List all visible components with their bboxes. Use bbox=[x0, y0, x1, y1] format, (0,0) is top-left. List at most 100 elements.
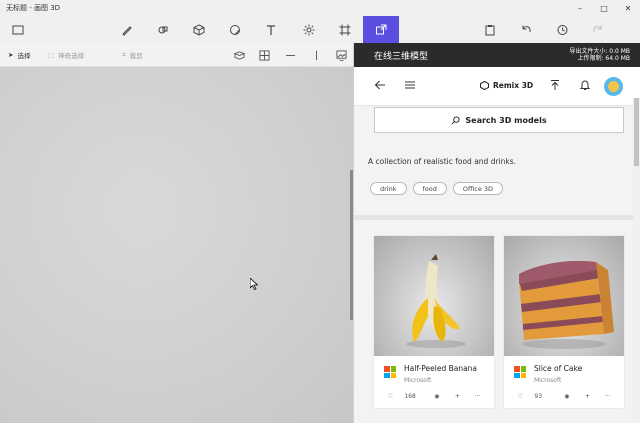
back-button[interactable] bbox=[374, 79, 386, 93]
search-icon bbox=[451, 115, 460, 124]
like-icon[interactable]: ♡ bbox=[380, 393, 400, 400]
cake-slice-image bbox=[519, 260, 614, 349]
remix-3d-icon bbox=[376, 24, 387, 34]
remix-3d-logo[interactable]: Remix 3D bbox=[480, 81, 533, 90]
crop-label: 裁剪 bbox=[129, 52, 143, 60]
3d-shapes-button[interactable] bbox=[181, 16, 217, 43]
magic-select-label: 神奇选择 bbox=[58, 52, 85, 60]
like-icon[interactable]: ♡ bbox=[510, 393, 530, 400]
history-button[interactable] bbox=[544, 16, 580, 43]
slider-thumb-icon bbox=[315, 50, 317, 60]
paste-icon bbox=[485, 24, 495, 35]
history-icon bbox=[557, 24, 568, 35]
model-name[interactable]: Slice of Cake bbox=[534, 364, 582, 373]
magic-select-icon: ⬚ bbox=[48, 51, 55, 59]
remix-3d-panel: 在线三维模型 导出文件大小: 0.0 MB 上传限制: 64.0 MB Remi… bbox=[353, 43, 640, 423]
back-arrow-icon bbox=[374, 80, 385, 90]
effects-icon bbox=[303, 24, 315, 35]
upload-icon bbox=[551, 80, 559, 90]
panel-title: 在线三维模型 bbox=[374, 51, 429, 62]
text-button[interactable] bbox=[253, 16, 289, 43]
pointer-icon: ➤ bbox=[8, 51, 14, 59]
undo-button[interactable] bbox=[508, 16, 544, 43]
canvas-icon bbox=[339, 24, 351, 35]
bell-icon bbox=[579, 80, 591, 90]
image-view-icon bbox=[335, 49, 347, 61]
3d-view-button[interactable] bbox=[232, 48, 246, 62]
scrollbar-thumb[interactable] bbox=[634, 98, 639, 166]
model-name[interactable]: Half-Peeled Banana bbox=[404, 364, 477, 373]
add-icon[interactable]: + bbox=[577, 393, 597, 400]
like-count: 168 bbox=[404, 393, 416, 400]
notifications-button[interactable] bbox=[579, 79, 591, 93]
model-card-cake[interactable]: Slice of Cake Microsoft ♡ 93 ◉ + ··· bbox=[504, 236, 624, 408]
zoom-out-button[interactable] bbox=[283, 48, 297, 62]
model-thumbnail[interactable] bbox=[374, 236, 494, 356]
minimize-button[interactable]: – bbox=[568, 0, 592, 16]
model-author[interactable]: Microsoft bbox=[404, 377, 431, 384]
model-thumbnail[interactable] bbox=[504, 236, 624, 356]
collection-description: A collection of realistic food and drink… bbox=[368, 157, 517, 166]
remix-nav-bar: Remix 3D bbox=[354, 67, 640, 106]
view-3d-icon[interactable]: ◉ bbox=[557, 393, 577, 400]
remix-3d-button[interactable] bbox=[363, 16, 399, 43]
effects-button[interactable] bbox=[291, 16, 327, 43]
hamburger-menu-button[interactable] bbox=[404, 79, 416, 93]
search-label: Search 3D models bbox=[465, 115, 547, 125]
maximize-button[interactable]: □ bbox=[592, 0, 616, 16]
panel-header: 在线三维模型 导出文件大小: 0.0 MB 上传限制: 64.0 MB bbox=[354, 43, 640, 67]
crop-tool[interactable]: ⌗ 裁剪 bbox=[122, 50, 143, 61]
select-label: 选择 bbox=[17, 52, 31, 60]
user-avatar[interactable] bbox=[604, 77, 623, 96]
canvas-tools-bar: ➤ 选择 ⬚ 神奇选择 ⌗ 裁剪 bbox=[0, 43, 353, 67]
upload-info: 导出文件大小: 0.0 MB 上传限制: 64.0 MB bbox=[569, 48, 630, 62]
crop-icon: ⌗ bbox=[122, 50, 126, 59]
canvas-button[interactable] bbox=[327, 16, 363, 43]
more-icon[interactable]: ··· bbox=[598, 393, 618, 400]
model-stats: ♡ 93 ◉ + ··· bbox=[510, 393, 618, 400]
stickers-icon bbox=[230, 24, 240, 35]
model-grid: Half-Peeled Banana Microsoft ♡ 168 ◉ + ·… bbox=[354, 220, 640, 423]
select-tool[interactable]: ➤ 选择 bbox=[8, 50, 30, 60]
model-card-info: Half-Peeled Banana Microsoft ♡ 168 ◉ + ·… bbox=[374, 356, 494, 408]
export-size-text: 导出文件大小: 0.0 MB bbox=[569, 48, 630, 55]
paste-button[interactable] bbox=[472, 16, 508, 43]
minus-icon bbox=[285, 54, 295, 56]
title-bar: 无标题 - 画图 3D – □ ✕ bbox=[0, 0, 640, 16]
model-card-info: Slice of Cake Microsoft ♡ 93 ◉ + ··· bbox=[504, 356, 624, 408]
zoom-slider-handle[interactable] bbox=[309, 48, 323, 62]
close-button[interactable]: ✕ bbox=[616, 0, 640, 16]
menu-button[interactable] bbox=[0, 16, 36, 43]
model-card-banana[interactable]: Half-Peeled Banana Microsoft ♡ 168 ◉ + ·… bbox=[374, 236, 494, 408]
brushes-icon bbox=[122, 25, 132, 36]
banana-image bbox=[406, 254, 466, 348]
panel-scrollbar[interactable] bbox=[633, 98, 640, 423]
stickers-button[interactable] bbox=[217, 16, 253, 43]
microsoft-logo-icon bbox=[384, 366, 396, 378]
view-3d-icon[interactable]: ◉ bbox=[427, 393, 447, 400]
grid-icon bbox=[258, 49, 270, 61]
more-icon[interactable]: ··· bbox=[468, 393, 488, 400]
model-stats: ♡ 168 ◉ + ··· bbox=[380, 393, 488, 400]
3d-view-icon bbox=[233, 50, 245, 60]
model-author[interactable]: Microsoft bbox=[534, 377, 561, 384]
text-icon bbox=[267, 24, 275, 35]
search-models-button[interactable]: Search 3D models bbox=[374, 107, 624, 133]
upload-limit-text: 上传限制: 64.0 MB bbox=[577, 55, 631, 62]
tag-food[interactable]: food bbox=[412, 182, 447, 195]
magic-select-tool[interactable]: ⬚ 神奇选择 bbox=[48, 50, 84, 60]
tag-office-3d[interactable]: Office 3D bbox=[452, 182, 504, 195]
brushes-button[interactable] bbox=[109, 16, 145, 43]
upload-button[interactable] bbox=[549, 79, 561, 93]
grid-button[interactable] bbox=[257, 48, 271, 62]
2d-shapes-button[interactable] bbox=[145, 16, 181, 43]
mouse-cursor-icon bbox=[250, 278, 258, 290]
tag-list: drink food Office 3D bbox=[370, 182, 504, 195]
window-title: 无标题 - 画图 3D bbox=[6, 4, 61, 12]
redo-button[interactable] bbox=[580, 16, 616, 43]
undo-icon bbox=[522, 25, 531, 32]
add-icon[interactable]: + bbox=[447, 393, 467, 400]
tag-drink[interactable]: drink bbox=[370, 182, 407, 195]
canvas-area[interactable] bbox=[0, 67, 353, 423]
view-options-button[interactable] bbox=[334, 48, 348, 62]
